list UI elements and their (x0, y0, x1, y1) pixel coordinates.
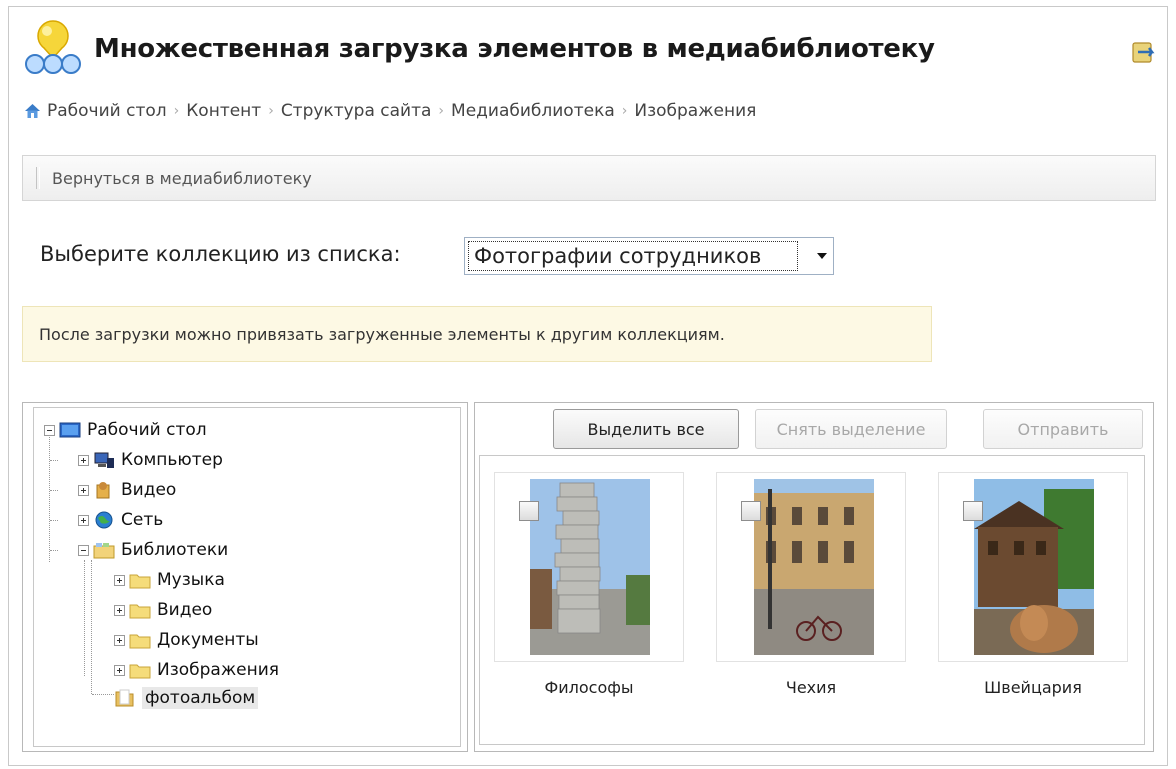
collection-select-value: Фотографии сотрудников (468, 241, 798, 271)
collapse-toggle[interactable] (44, 424, 55, 436)
tree-item-label-selected: фотоальбом (142, 687, 259, 709)
toolbar: Вернуться в медиабиблиотеку (22, 155, 1156, 201)
photo-thumbnail (754, 479, 874, 655)
tree-item-label: Сеть (121, 510, 164, 530)
tree-item-photo-album[interactable]: фотоальбом (114, 684, 259, 712)
info-notice: После загрузки можно привязать загруженн… (22, 306, 932, 362)
collection-label: Выберите коллекцию из списка: (40, 242, 401, 266)
collection-select[interactable]: Фотографии сотрудников (464, 237, 834, 275)
tree-item-network[interactable]: Сеть (78, 506, 163, 534)
breadcrumb-separator: › (621, 103, 628, 119)
deselect-button[interactable]: Снять выделение (755, 409, 947, 449)
folder-icon (129, 604, 151, 619)
tree-item-images[interactable]: Изображения (114, 656, 279, 684)
video-user-icon (96, 482, 110, 499)
page-title: Множественная загрузка элементов в медиа… (94, 34, 935, 64)
network-globe-icon (95, 511, 113, 529)
photo-thumbnail (974, 479, 1094, 655)
expand-toggle[interactable] (78, 454, 89, 466)
photo-caption: Швейцария (984, 678, 1082, 697)
photo-caption: Чехия (785, 678, 837, 697)
tree-item-video[interactable]: Видео (78, 476, 176, 504)
photo-gallery: Философы Чехия Швейцария (479, 455, 1145, 745)
folder-icon (129, 634, 151, 649)
breadcrumb-item-site-structure[interactable]: Структура сайта (281, 101, 432, 121)
breadcrumb-separator: › (268, 103, 274, 119)
photo-checkbox[interactable] (519, 501, 539, 521)
breadcrumb-item-content[interactable]: Контент (186, 101, 261, 121)
tree-item-music[interactable]: Музыка (114, 566, 225, 594)
photo-card[interactable] (494, 472, 684, 662)
tree-item-label: Компьютер (121, 450, 223, 470)
chevron-down-icon (817, 253, 827, 259)
send-button[interactable]: Отправить (983, 409, 1143, 449)
expand-toggle[interactable] (114, 634, 125, 646)
tree-item-computer[interactable]: Компьютер (78, 446, 223, 474)
expand-toggle[interactable] (78, 514, 89, 526)
breadcrumb-item-media-library[interactable]: Медиабиблиотека (451, 101, 615, 121)
tree-item-desktop[interactable]: Рабочий стол (44, 416, 207, 444)
breadcrumb: Рабочий стол › Контент › Структура сайта… (24, 101, 756, 121)
collapse-toggle[interactable] (78, 544, 89, 556)
photo-caption: Философы (544, 678, 634, 697)
folder-icon (129, 664, 151, 679)
expand-toggle[interactable] (114, 664, 125, 676)
tree-item-label: Изображения (157, 660, 280, 680)
tree-item-label: Видео (157, 600, 213, 620)
tree-item-documents[interactable]: Документы (114, 626, 259, 654)
folder-icon (129, 574, 151, 589)
photo-card[interactable] (716, 472, 906, 662)
photo-checkbox[interactable] (963, 501, 983, 521)
expand-toggle[interactable] (78, 484, 89, 496)
tree-item-label: Библиотеки (121, 540, 229, 560)
breadcrumb-item-images[interactable]: Изображения (634, 101, 756, 121)
expand-toggle[interactable] (114, 574, 125, 586)
breadcrumb-item-desktop[interactable]: Рабочий стол (47, 101, 167, 121)
upload-panel: Выделить все Снять выделение Отправить Ф… (474, 402, 1154, 752)
tree-item-libraries[interactable]: Библиотеки (78, 536, 228, 564)
home-icon[interactable] (24, 103, 41, 119)
photo-thumbnail (530, 479, 650, 655)
breadcrumb-separator: › (173, 103, 180, 119)
photo-checkbox[interactable] (741, 501, 761, 521)
folder-icon (115, 689, 134, 707)
tree-item-label: Видео (121, 480, 177, 500)
media-library-logo-icon (25, 20, 81, 74)
tree-item-label: Документы (157, 630, 259, 650)
tree-item-label: Рабочий стол (87, 420, 207, 440)
toolbar-handle (36, 167, 40, 189)
tree-item-label: Музыка (157, 570, 225, 590)
select-all-button[interactable]: Выделить все (553, 409, 739, 449)
export-icon[interactable] (1130, 38, 1158, 66)
folder-tree-panel: Рабочий стол Компьютер Видео Сеть Библио… (22, 402, 468, 752)
back-to-media-library-link[interactable]: Вернуться в медиабиблиотеку (52, 169, 312, 188)
desktop-icon (59, 422, 81, 438)
photo-card[interactable] (938, 472, 1128, 662)
tree-item-library-video[interactable]: Видео (114, 596, 212, 624)
libraries-icon (93, 543, 115, 559)
expand-toggle[interactable] (114, 604, 125, 616)
computer-icon (94, 452, 114, 468)
breadcrumb-separator: › (438, 103, 445, 119)
folder-tree: Рабочий стол Компьютер Видео Сеть Библио… (33, 407, 461, 747)
